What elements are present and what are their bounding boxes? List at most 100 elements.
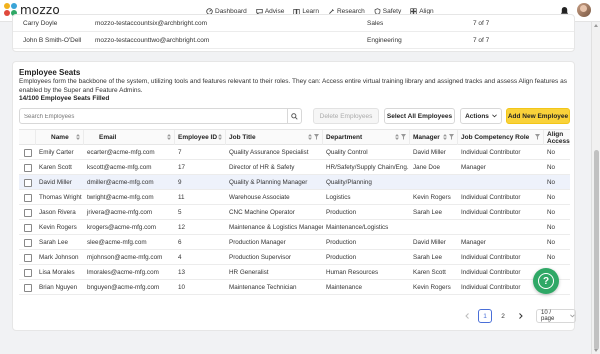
table-row[interactable]: Mark Johnson mjohnson@acme-mfg.com 4 Produc…: [19, 250, 570, 265]
row-checkbox[interactable]: [24, 163, 32, 172]
table-row[interactable]: Karen Scott kscott@acme-mfg.com 17 Director…: [19, 160, 570, 175]
table-row[interactable]: Kevin Rogers krogers@acme-mfg.com 12 Mainte…: [19, 220, 570, 235]
cell-job-competency-role: Individual Contributor: [461, 149, 521, 156]
cell-align-access: No: [547, 194, 556, 201]
employees-table: Name Email Employee ID Job Title Departm…: [19, 129, 570, 299]
row-checkbox[interactable]: [24, 283, 32, 292]
cell-email: krogers@acme-mfg.com: [87, 224, 157, 231]
cell-employee-id: 4: [178, 254, 182, 261]
header-label: Employee ID: [178, 134, 218, 141]
row-checkbox[interactable]: [24, 208, 32, 217]
sort-icon[interactable]: [443, 134, 447, 140]
page-size-select[interactable]: 10 / page: [536, 309, 576, 323]
cell-manager: Kevin Rogers: [413, 284, 451, 291]
table-row: John B Smith-O'Dell mozzo-testaccounttwo…: [13, 32, 574, 49]
header-employee-id[interactable]: Employee ID: [175, 130, 226, 145]
prev-page-button[interactable]: [460, 309, 474, 323]
search-icon: [291, 112, 298, 120]
cell-name: Sarah Lee: [39, 239, 69, 246]
header-manager[interactable]: Manager: [410, 130, 458, 145]
actions-dropdown[interactable]: Actions: [460, 108, 502, 124]
search-button[interactable]: [287, 109, 301, 123]
next-page-button[interactable]: [514, 309, 528, 323]
cell-email: jrivera@acme-mfg.com: [87, 209, 153, 216]
cell-name: Carry Doyle: [23, 20, 58, 27]
page-1-button[interactable]: 1: [478, 309, 492, 323]
cell-job-title: Director of HR & Safety: [229, 164, 295, 171]
cell-manager: David Miller: [413, 149, 446, 156]
table-row[interactable]: Emily Carter ecarter@acme-mfg.com 7 Quality…: [19, 145, 570, 160]
section-title: Employee Seats: [19, 68, 81, 77]
filter-icon[interactable]: [449, 134, 454, 140]
cell-employee-id: 11: [178, 194, 185, 201]
actions-label: Actions: [465, 112, 489, 120]
row-checkbox[interactable]: [24, 148, 32, 157]
row-checkbox[interactable]: [24, 238, 32, 247]
select-all-employees-button[interactable]: Select All Employees: [384, 108, 455, 124]
header-name[interactable]: Name: [36, 130, 84, 145]
header-align-access[interactable]: Align Access: [544, 130, 570, 145]
cell-department: Quality Control: [326, 149, 368, 156]
cell-job-competency-role: Individual Contributor: [461, 254, 521, 261]
cell-job-competency-role: Manager: [461, 164, 486, 171]
delete-employees-button[interactable]: Delete Employees: [313, 108, 379, 124]
search-input[interactable]: [24, 111, 282, 122]
row-checkbox[interactable]: [24, 253, 32, 262]
scroll-down-icon[interactable]: [594, 349, 598, 352]
help-button[interactable]: ?: [533, 268, 559, 294]
cell-manager: Karen Scott: [413, 269, 446, 276]
cell-manager: Sarah Lee: [413, 254, 443, 261]
filter-icon[interactable]: [535, 134, 540, 140]
cell-department: Maintenance/Logistics: [326, 224, 389, 231]
header-job-competency-role[interactable]: Job Competency Role: [458, 130, 544, 145]
cell-manager: [410, 175, 458, 190]
cell-manager: Sarah Lee: [413, 209, 443, 216]
add-new-employee-button[interactable]: Add New Employee: [506, 108, 570, 124]
cell-job-title: CNC Machine Operator: [229, 209, 295, 216]
table-row[interactable]: David Miller dmiller@acme-mfg.com 9 Quality…: [19, 175, 570, 190]
cell-employee-id: 7: [178, 149, 182, 156]
cell-manager: Jane Doe: [413, 164, 440, 171]
row-checkbox[interactable]: [24, 223, 32, 232]
cell-manager: Kevin Rogers: [413, 194, 451, 201]
sort-icon[interactable]: [167, 134, 171, 140]
cell-email: ecarter@acme-mfg.com: [87, 149, 155, 156]
cell-department: Quality/Planning: [326, 179, 372, 186]
table-row[interactable]: Lisa Morales lmorales@acme-mfg.com 13 HR Ge…: [19, 265, 570, 280]
header-job-title[interactable]: Job Title: [226, 130, 323, 145]
avatar[interactable]: [577, 3, 591, 17]
page-2-button[interactable]: 2: [496, 309, 510, 323]
chevron-down-icon: [570, 314, 575, 318]
cell-job-competency-role: Individual Contributor: [461, 194, 521, 201]
cell-name: Mark Johnson: [39, 254, 79, 261]
cell-align-access: No: [547, 239, 556, 246]
filter-icon[interactable]: [401, 134, 406, 140]
sort-icon[interactable]: [218, 134, 222, 140]
cell-employee-id: 12: [178, 224, 186, 231]
table-row[interactable]: Brian Nguyen bnguyen@acme-mfg.com 10 Mainte…: [19, 280, 570, 295]
scroll-up-icon[interactable]: [594, 24, 598, 27]
sort-icon[interactable]: [395, 134, 399, 140]
cell-department: Logistics: [326, 194, 351, 201]
row-checkbox-cell: [19, 205, 36, 220]
table-row[interactable]: Sarah Lee slee@acme-mfg.com 6 Production Ma…: [19, 235, 570, 250]
sort-icon[interactable]: [308, 134, 312, 140]
table-row[interactable]: Jason Rivera jrivera@acme-mfg.com 5 CNC Mac…: [19, 205, 570, 220]
chevron-right-icon: [519, 313, 523, 319]
row-checkbox[interactable]: [24, 193, 32, 202]
row-checkbox[interactable]: [24, 268, 32, 277]
row-checkbox[interactable]: [24, 178, 32, 187]
help-icon: ?: [542, 275, 550, 287]
chevron-down-icon: [492, 114, 497, 118]
header-department[interactable]: Department: [323, 130, 410, 145]
filter-icon[interactable]: [314, 134, 319, 140]
cell-job-title: Production Manager: [229, 239, 286, 246]
cell-department: HR/Safety/Supply Chain/Eng.: [326, 164, 409, 171]
header-select: [19, 130, 36, 145]
scrollbar-thumb[interactable]: [594, 150, 599, 350]
sort-icon[interactable]: [76, 134, 80, 140]
table-row[interactable]: Thomas Wright twright@acme-mfg.com 11 Wareh…: [19, 190, 570, 205]
page-scrollbar[interactable]: [591, 22, 600, 354]
cell-email: kscott@acme-mfg.com: [87, 164, 152, 171]
header-email[interactable]: Email: [84, 130, 175, 145]
